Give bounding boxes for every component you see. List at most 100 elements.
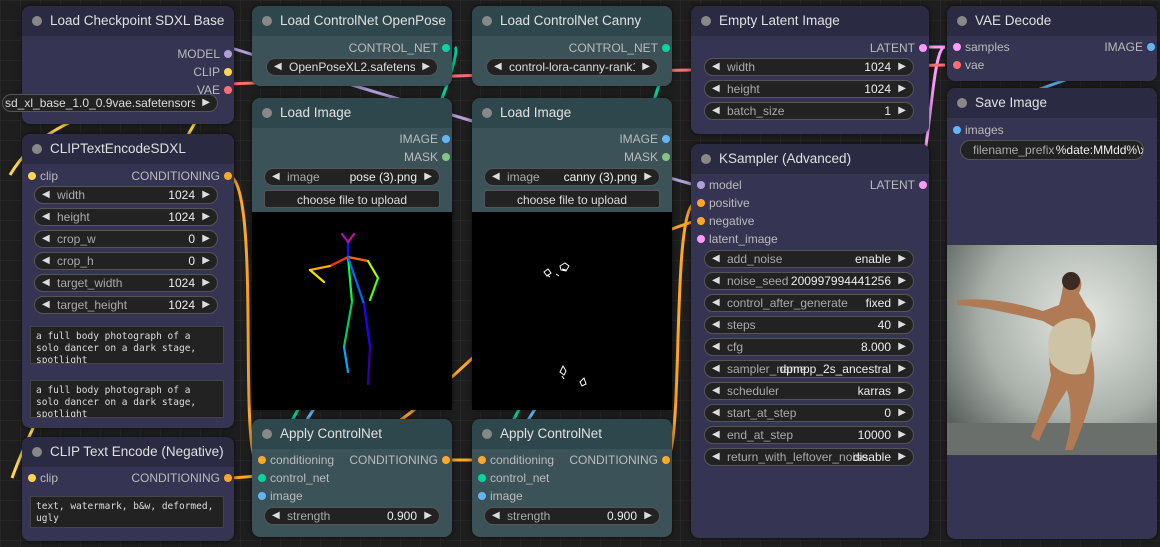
arrow-right-icon[interactable]: ▶	[898, 273, 906, 289]
output-control-net[interactable]: CONTROL_NET	[262, 39, 452, 57]
output-pin-icon[interactable]	[919, 44, 927, 52]
width-widget[interactable]: ◀ width 1024 ▶	[34, 186, 218, 204]
node-title[interactable]: Empty Latent Image	[691, 6, 929, 36]
node-title[interactable]: CLIP Text Encode (Negative)	[22, 437, 234, 467]
output-pin-icon[interactable]	[224, 50, 232, 58]
upload-button[interactable]: choose file to upload	[484, 190, 660, 208]
input-clip[interactable]: clip	[26, 167, 58, 185]
node-title[interactable]: Apply ControlNet	[472, 419, 672, 449]
arrow-right-icon[interactable]: ▶	[202, 275, 210, 291]
controlnet-name-select[interactable]: ◀ control-lora-canny-rank128.safetensors…	[486, 58, 658, 76]
target-height-widget[interactable]: ◀ target_height 1024 ▶	[34, 296, 218, 314]
collapse-dot-icon[interactable]	[262, 16, 272, 26]
input-image[interactable]: image	[256, 487, 303, 505]
node-vae-decode[interactable]: VAE Decode samples vae IMAGE	[947, 6, 1157, 81]
node-title[interactable]: Apply ControlNet	[252, 419, 452, 449]
output-conditioning[interactable]: CONDITIONING	[342, 451, 452, 469]
arrow-left-icon[interactable]: ◀	[492, 508, 500, 524]
output-pin-icon[interactable]	[224, 68, 232, 76]
output-pin-icon[interactable]	[442, 456, 450, 464]
arrow-left-icon[interactable]: ◀	[712, 81, 720, 97]
arrow-right-icon[interactable]: ▶	[898, 405, 906, 421]
cfg-widget[interactable]: ◀ cfg 8.000 ▶	[704, 338, 914, 356]
ckpt-name-select[interactable]: sd_xl_base_1.0_0.9vae.safetensors ▶	[2, 94, 218, 112]
node-apply-controlnet-1[interactable]: Apply ControlNet conditioning control_ne…	[252, 419, 452, 537]
node-title[interactable]: CLIPTextEncodeSDXL	[22, 134, 234, 164]
arrow-right-icon[interactable]: ▶	[898, 383, 906, 399]
input-samples[interactable]: samples	[951, 38, 1010, 56]
input-pin-icon[interactable]	[697, 181, 705, 189]
node-load-controlnet-openpose[interactable]: Load ControlNet OpenPose CONTROL_NET ◀ O…	[252, 6, 452, 86]
arrow-left-icon[interactable]: ◀	[712, 59, 720, 75]
collapse-dot-icon[interactable]	[32, 16, 42, 26]
node-title[interactable]: Load Checkpoint SDXL Base	[22, 6, 234, 36]
image-select[interactable]: ◀ image pose (3).png ▶	[264, 168, 440, 186]
height-widget[interactable]: ◀ height 1024 ▶	[704, 80, 914, 98]
arrow-right-icon[interactable]: ▶	[644, 169, 652, 185]
steps-widget[interactable]: ◀ steps 40 ▶	[704, 316, 914, 334]
output-mask[interactable]: MASK	[572, 148, 672, 166]
noise-seed-widget[interactable]: ◀ noise_seed 200997994441256 ▶	[704, 272, 914, 290]
node-apply-controlnet-2[interactable]: Apply ControlNet conditioning control_ne…	[472, 419, 672, 537]
input-negative[interactable]: negative	[695, 212, 754, 230]
arrow-right-icon[interactable]: ▶	[424, 169, 432, 185]
input-pin-icon[interactable]	[697, 217, 705, 225]
arrow-right-icon[interactable]: ▶	[202, 253, 210, 269]
arrow-right-icon[interactable]: ▶	[898, 361, 906, 377]
controlnet-name-select[interactable]: ◀ OpenPoseXL2.safetensors ▶	[266, 58, 438, 76]
node-load-controlnet-canny[interactable]: Load ControlNet Canny CONTROL_NET ◀ cont…	[472, 6, 672, 86]
input-pin-icon[interactable]	[953, 61, 961, 69]
arrow-left-icon[interactable]: ◀	[712, 427, 720, 443]
node-load-image-canny[interactable]: Load Image IMAGE MASK ◀ image canny (3).pn…	[472, 98, 672, 410]
collapse-dot-icon[interactable]	[701, 154, 711, 164]
arrow-right-icon[interactable]: ▶	[898, 81, 906, 97]
arrow-left-icon[interactable]: ◀	[712, 361, 720, 377]
arrow-left-icon[interactable]: ◀	[712, 251, 720, 267]
input-vae[interactable]: vae	[951, 56, 984, 74]
input-positive[interactable]: positive	[695, 194, 750, 212]
node-load-image-pose[interactable]: Load Image IMAGE MASK ◀ image pose (3).png…	[252, 98, 452, 410]
collapse-dot-icon[interactable]	[701, 16, 711, 26]
image-select[interactable]: ◀ image canny (3).png ▶	[484, 168, 660, 186]
collapse-dot-icon[interactable]	[957, 98, 967, 108]
output-image-preview[interactable]	[947, 245, 1157, 455]
input-pin-icon[interactable]	[953, 126, 961, 134]
arrow-left-icon[interactable]: ◀	[712, 339, 720, 355]
scheduler-widget[interactable]: ◀ scheduler karras ▶	[704, 382, 914, 400]
arrow-left-icon[interactable]: ◀	[42, 187, 50, 203]
arrow-right-icon[interactable]: ▶	[202, 209, 210, 225]
arrow-left-icon[interactable]: ◀	[712, 405, 720, 421]
input-pin-icon[interactable]	[697, 199, 705, 207]
output-pin-icon[interactable]	[224, 172, 232, 180]
negative-text-textarea[interactable]: text, watermark, b&w, deformed, ugly	[30, 496, 224, 528]
collapse-dot-icon[interactable]	[482, 16, 492, 26]
arrow-left-icon[interactable]: ◀	[712, 317, 720, 333]
output-pin-icon[interactable]	[442, 135, 450, 143]
output-pin-icon[interactable]	[442, 153, 450, 161]
node-title[interactable]: Load ControlNet Canny	[472, 6, 672, 36]
arrow-right-icon[interactable]: ▶	[202, 187, 210, 203]
input-latent-image[interactable]: latent_image	[695, 230, 778, 248]
output-conditioning[interactable]: CONDITIONING	[84, 469, 234, 487]
filename-prefix-input[interactable]: filename_prefix %date:MMdd%\x	[960, 140, 1144, 160]
node-title[interactable]: KSampler (Advanced)	[691, 144, 929, 174]
input-pin-icon[interactable]	[697, 235, 705, 243]
input-pin-icon[interactable]	[953, 43, 961, 51]
strength-widget[interactable]: ◀ strength 0.900 ▶	[264, 507, 440, 525]
batch-size-widget[interactable]: ◀ batch_size 1 ▶	[704, 102, 914, 120]
output-latent[interactable]: LATENT	[709, 39, 929, 57]
input-model[interactable]: model	[695, 176, 742, 194]
add-noise-widget[interactable]: ◀ add_noise enable ▶	[704, 250, 914, 268]
input-pin-icon[interactable]	[478, 474, 486, 482]
node-title[interactable]: Load ControlNet OpenPose	[252, 6, 452, 36]
arrow-left-icon[interactable]: ◀	[274, 59, 282, 75]
arrow-right-icon[interactable]: ▶	[898, 427, 906, 443]
arrow-left-icon[interactable]: ◀	[42, 231, 50, 247]
output-pin-icon[interactable]	[919, 181, 927, 189]
strength-widget[interactable]: ◀ strength 0.900 ▶	[484, 507, 660, 525]
pose-image-preview[interactable]	[252, 212, 452, 410]
output-image[interactable]: IMAGE	[1057, 38, 1157, 56]
output-image[interactable]: IMAGE	[352, 130, 452, 148]
node-title[interactable]: VAE Decode	[947, 6, 1157, 36]
arrow-right-icon[interactable]: ▶	[898, 251, 906, 267]
